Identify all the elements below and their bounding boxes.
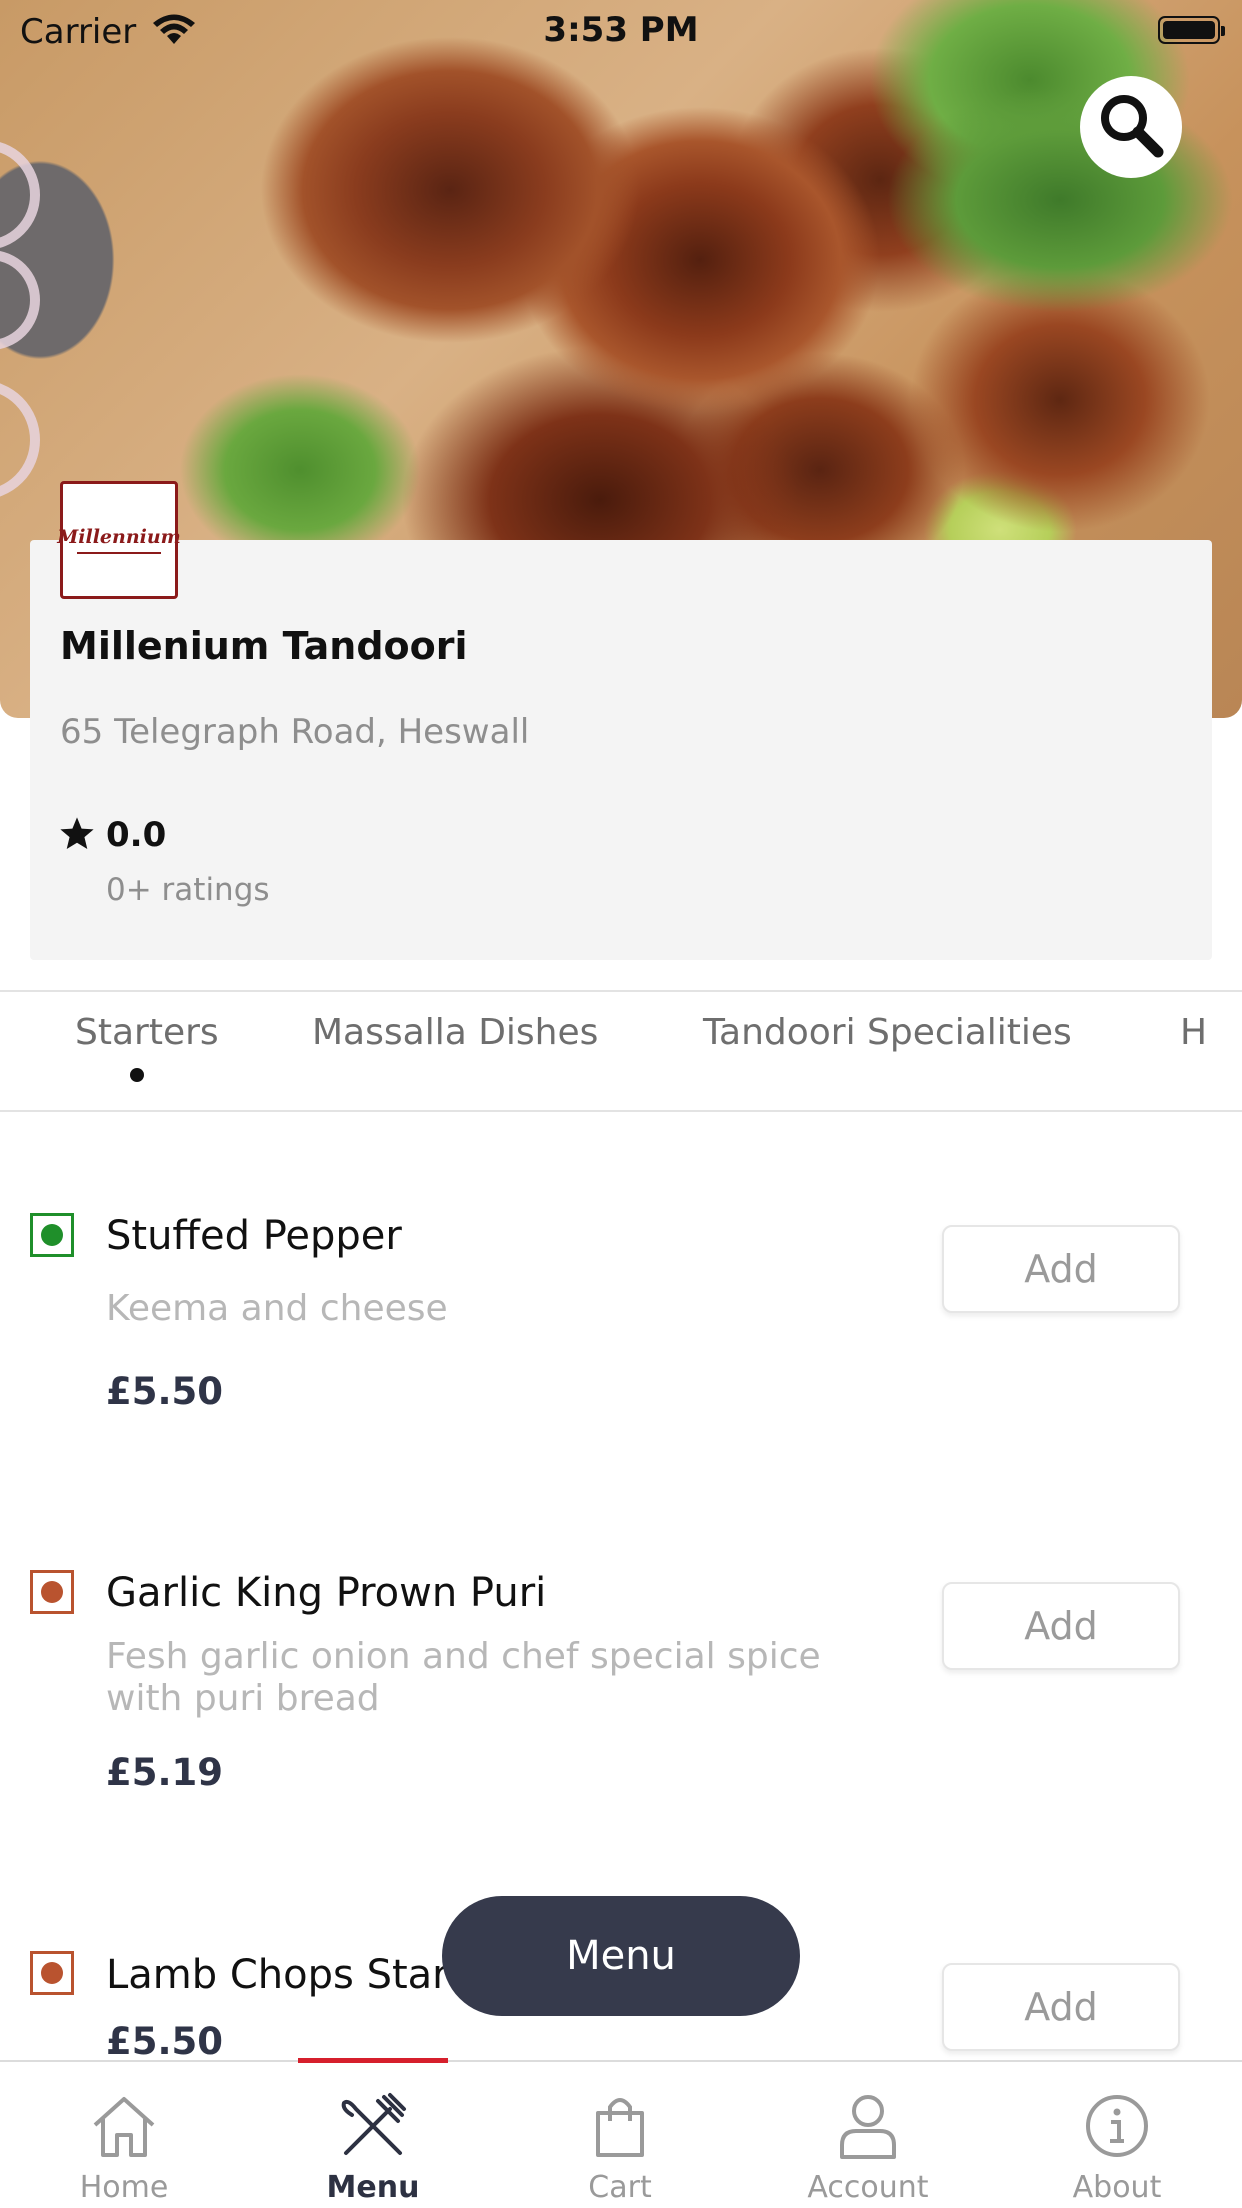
non-veg-indicator-icon: [30, 1951, 74, 1995]
logo-text: Millennium: [57, 526, 181, 548]
person-icon: [838, 2088, 898, 2164]
nav-cart[interactable]: Cart: [530, 2062, 710, 2208]
menu-float-button[interactable]: Menu: [442, 1896, 800, 2016]
item-description: Fesh garlic onion and chef special spice…: [106, 1636, 821, 1719]
item-price: £5.50: [106, 2020, 224, 2063]
ratings-count: 0+ ratings: [106, 872, 270, 908]
fork-knife-icon: [338, 2088, 408, 2164]
item-description: Keema and cheese: [106, 1288, 448, 1329]
item-price: £5.50: [106, 1370, 224, 1413]
restaurant-address: 65 Telegraph Road, Heswall: [60, 712, 530, 752]
non-veg-indicator-icon: [30, 1570, 74, 1614]
nav-label: Home: [79, 2170, 169, 2205]
add-button[interactable]: Add: [942, 1225, 1180, 1313]
battery-icon: [1158, 16, 1225, 44]
tab-massalla-dishes[interactable]: Massalla Dishes: [312, 1012, 598, 1053]
nav-home[interactable]: Home: [34, 2062, 214, 2208]
item-name: Lamb Chops Star: [106, 1952, 449, 1998]
home-icon: [89, 2088, 159, 2164]
nav-label: Account: [807, 2170, 929, 2205]
info-icon: [1084, 2088, 1150, 2164]
nav-label: Cart: [588, 2170, 652, 2205]
item-price: £5.19: [106, 1751, 224, 1794]
active-tab-indicator: [130, 1068, 144, 1082]
veg-indicator-icon: [30, 1213, 74, 1257]
item-name: Stuffed Pepper: [106, 1213, 402, 1259]
active-nav-indicator: [298, 2058, 448, 2063]
nav-about[interactable]: About: [1027, 2062, 1207, 2208]
nav-account[interactable]: Account: [778, 2062, 958, 2208]
divider: [0, 990, 1242, 992]
search-button[interactable]: [1080, 76, 1182, 178]
restaurant-logo: Millennium: [57, 481, 181, 599]
tab-more[interactable]: H: [1180, 1012, 1207, 1053]
add-button[interactable]: Add: [942, 1582, 1180, 1670]
divider: [0, 1110, 1242, 1112]
nav-label: About: [1072, 2170, 1162, 2205]
bottom-tab-bar: Home Menu Cart Account About: [0, 2060, 1242, 2208]
search-icon: [1096, 90, 1166, 164]
star-icon: [58, 815, 96, 857]
status-bar: Carrier 3:53 PM: [0, 0, 1242, 60]
item-name: Garlic King Prown Puri: [106, 1570, 547, 1616]
tab-starters[interactable]: Starters: [75, 1012, 219, 1053]
add-button[interactable]: Add: [942, 1963, 1180, 2051]
nav-label: Menu: [326, 2170, 420, 2205]
nav-menu[interactable]: Menu: [283, 2062, 463, 2208]
clock: 3:53 PM: [543, 10, 699, 50]
bag-icon: [590, 2088, 650, 2164]
rating-value: 0.0: [106, 815, 167, 855]
tab-tandoori-specialities[interactable]: Tandoori Specialities: [703, 1012, 1072, 1053]
restaurant-name: Millenium Tandoori: [60, 624, 468, 668]
